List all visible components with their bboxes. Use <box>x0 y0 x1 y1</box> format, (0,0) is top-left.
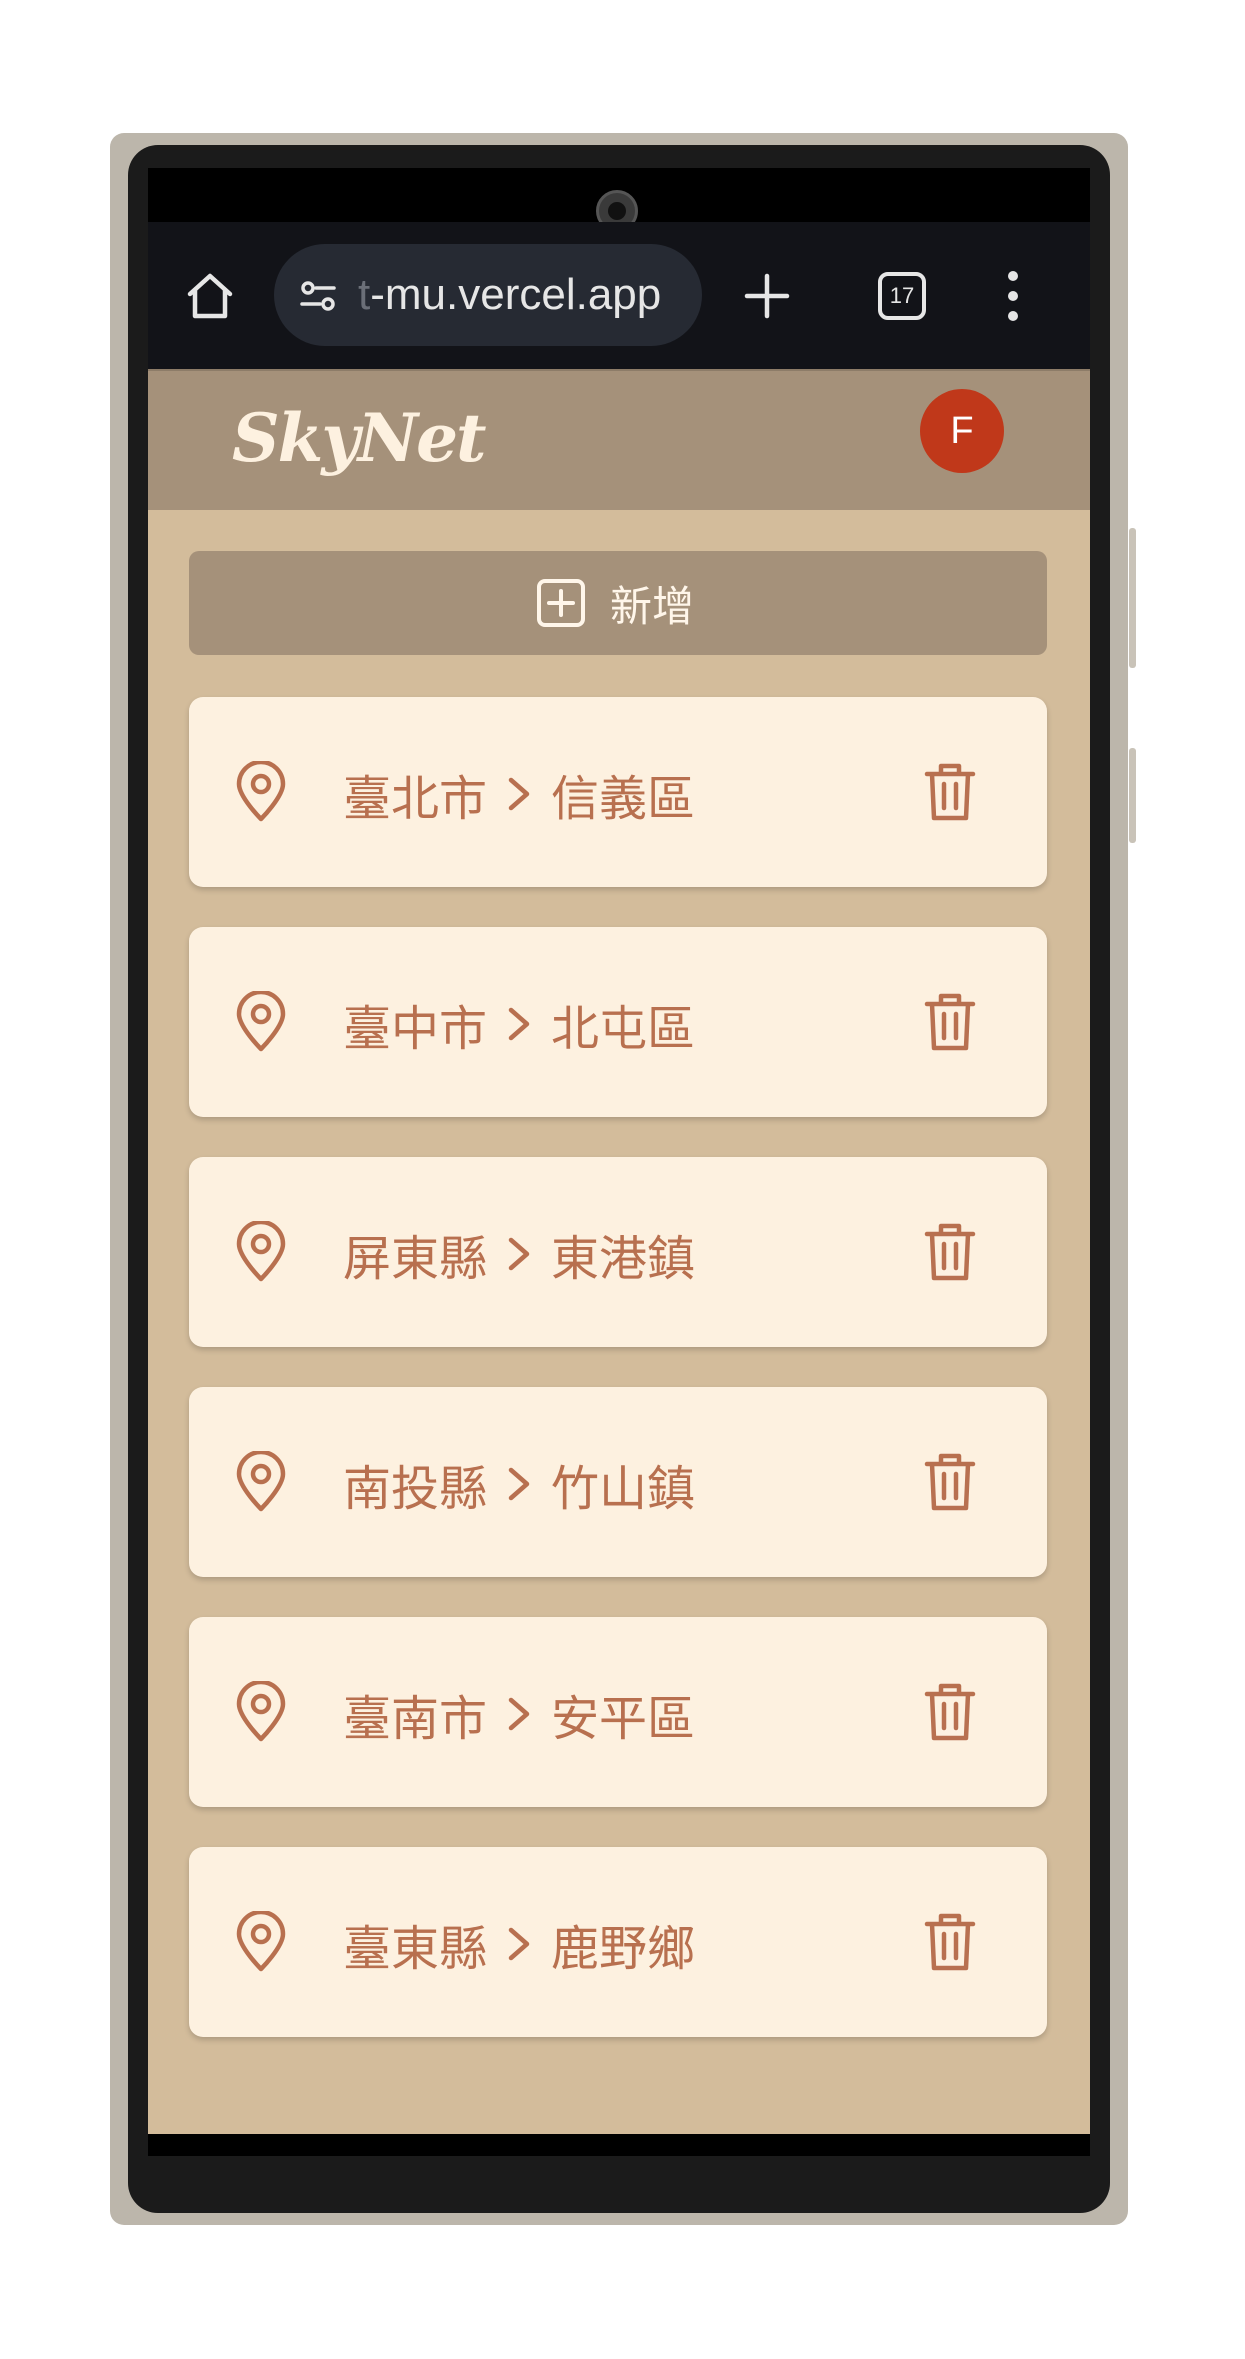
city-name: 臺東縣 <box>343 1921 488 1977</box>
home-icon[interactable] <box>182 268 238 324</box>
add-location-button[interactable]: 新增 <box>189 551 1047 655</box>
address-bar[interactable]: t-mu.vercel.app <box>274 244 702 346</box>
power-button <box>1129 748 1136 843</box>
location-card[interactable]: 南投縣 竹山鎮 <box>189 1387 1047 1577</box>
location-card[interactable]: 臺中市 北屯區 <box>189 927 1047 1117</box>
location-pin-icon <box>236 761 286 822</box>
add-button-content: 新增 <box>536 577 694 631</box>
location-label: 屏東縣 東港鎮 <box>343 1219 695 1289</box>
site-settings-icon[interactable] <box>298 276 338 316</box>
location-pin-icon <box>236 1681 286 1742</box>
location-card[interactable]: 臺南市 安平區 <box>189 1617 1047 1807</box>
trash-icon[interactable] <box>923 760 977 822</box>
location-label: 臺中市 北屯區 <box>343 989 695 1059</box>
location-label: 臺東縣 鹿野鄉 <box>343 1909 695 1979</box>
app-header: SkyNet F <box>148 369 1090 510</box>
chevron-right-icon <box>508 1697 530 1731</box>
location-pin-icon <box>236 1451 286 1512</box>
chevron-right-icon <box>508 777 530 811</box>
browser-toolbar: t-mu.vercel.app 17 <box>148 222 1090 369</box>
url-faded-text: t <box>358 270 371 319</box>
chevron-right-icon <box>508 1237 530 1271</box>
city-name: 臺中市 <box>343 1001 488 1057</box>
location-label: 南投縣 竹山鎮 <box>343 1449 695 1519</box>
add-button-label: 新增 <box>610 581 695 631</box>
location-card[interactable]: 屏東縣 東港鎮 <box>189 1157 1047 1347</box>
url-main-text: -mu.vercel.app <box>370 270 662 319</box>
district-name: 安平區 <box>551 1691 696 1747</box>
trash-icon[interactable] <box>923 1910 977 1972</box>
chevron-right-icon <box>508 1467 530 1501</box>
app-logo[interactable]: SkyNet <box>232 399 487 477</box>
city-name: 臺北市 <box>343 771 488 827</box>
new-tab-icon[interactable] <box>741 270 793 322</box>
trash-icon[interactable] <box>923 990 977 1052</box>
location-card[interactable]: 臺北市 信義區 <box>189 697 1047 887</box>
add-box-icon <box>537 579 585 627</box>
location-label: 臺北市 信義區 <box>343 759 695 829</box>
city-name: 屏東縣 <box>343 1231 488 1287</box>
more-menu-icon[interactable] <box>1003 268 1023 324</box>
url-text[interactable]: t-mu.vercel.app <box>358 270 661 320</box>
city-name: 臺南市 <box>343 1691 488 1747</box>
district-name: 信義區 <box>551 771 696 827</box>
trash-icon[interactable] <box>923 1220 977 1282</box>
district-name: 東港鎮 <box>551 1231 696 1287</box>
district-name: 竹山鎮 <box>551 1461 696 1517</box>
chevron-right-icon <box>508 1007 530 1041</box>
system-nav-bar <box>148 2134 1090 2156</box>
district-name: 鹿野鄉 <box>551 1921 696 1977</box>
location-card[interactable]: 臺東縣 鹿野鄉 <box>189 1847 1047 2037</box>
trash-icon[interactable] <box>923 1450 977 1512</box>
location-label: 臺南市 安平區 <box>343 1679 695 1749</box>
volume-button <box>1129 528 1136 668</box>
phone-screen: t-mu.vercel.app 17 SkyNet F 新增 臺北市 信義區 臺… <box>148 168 1090 2156</box>
tab-switcher-button[interactable]: 17 <box>878 272 926 320</box>
chevron-right-icon <box>508 1927 530 1961</box>
city-name: 南投縣 <box>343 1461 488 1517</box>
location-pin-icon <box>236 991 286 1052</box>
app-content: SkyNet F 新增 臺北市 信義區 臺中市 北屯區 屏東縣 東港鎮 南投縣 … <box>148 369 1090 2134</box>
district-name: 北屯區 <box>551 1001 696 1057</box>
trash-icon[interactable] <box>923 1680 977 1742</box>
user-avatar[interactable]: F <box>920 389 1004 473</box>
location-pin-icon <box>236 1221 286 1282</box>
location-pin-icon <box>236 1911 286 1972</box>
